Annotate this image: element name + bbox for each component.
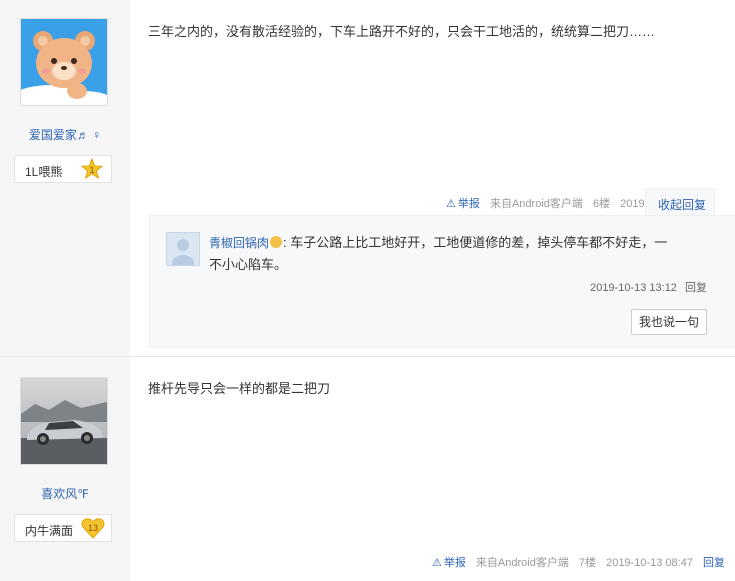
- post-tail: ⚠ 举报 来自Android客户端 7楼 2019-10-13 08:47 回复: [432, 554, 725, 570]
- svg-text:13: 13: [88, 523, 98, 533]
- sub-reply-avatar[interactable]: [166, 232, 200, 271]
- level-badge: 内牛满面 13: [14, 514, 112, 542]
- avatar[interactable]: [11, 18, 113, 113]
- car-avatar-image: [21, 378, 107, 464]
- source-label: 来自Android客户端: [489, 198, 583, 210]
- star-level-icon: 1: [81, 158, 103, 180]
- source-label: 来自Android客户端: [475, 557, 569, 569]
- level-name: 1L喂熊: [25, 165, 63, 179]
- post-content: 三年之内的，没有散活经验的，下车上路开不好的，只会干工地活的，统统算二把刀……: [148, 24, 656, 39]
- floor-number: 6楼: [592, 198, 611, 210]
- sub-reply-time: 2019-10-13 13:12: [590, 282, 677, 294]
- warning-icon: ⚠: [446, 198, 456, 210]
- avatar[interactable]: [20, 377, 108, 465]
- sub-reply-text: 青椒回锅肉: 车子公路上比工地好开，工地便道修的差，掉头停车都不好走，一 不小心…: [209, 235, 668, 272]
- post-floor-6: 爱国爱家♬ ♀ 1L喂熊 1 三年之内的，没有散活经验的，下车上路开不好的，只会…: [0, 0, 735, 355]
- reply-link[interactable]: 回复: [703, 557, 725, 569]
- post-time: 2019-10-13 08:47: [606, 557, 693, 569]
- sub-reply-panel: 青椒回锅肉: 车子公路上比工地好开，工地便道修的差，掉头停车都不好走，一 不小心…: [149, 215, 735, 348]
- sub-reply-reply-link[interactable]: 回复: [685, 282, 707, 294]
- say-something-button[interactable]: 我也说一句: [630, 309, 707, 335]
- sub-reply-meta: 2019-10-13 13:12 回复: [590, 279, 707, 295]
- level-name: 内牛满面: [25, 524, 74, 538]
- sub-reply-username[interactable]: 青椒回锅肉: [209, 236, 269, 250]
- grin-emoji-icon: [270, 236, 283, 248]
- username-link[interactable]: 喜欢风℉: [0, 485, 130, 502]
- bear-avatar-image: [11, 19, 113, 113]
- report-link[interactable]: ⚠ 举报: [446, 198, 483, 210]
- level-badge: 1L喂熊 1: [14, 155, 112, 183]
- floor-number: 7楼: [578, 557, 597, 569]
- collapse-reply-tab[interactable]: 收起回复: [645, 188, 715, 216]
- svg-text:1: 1: [89, 165, 94, 175]
- report-link[interactable]: ⚠ 举报: [432, 557, 469, 569]
- default-user-icon: [167, 233, 199, 271]
- post-floor-7: 喜欢风℉ 内牛满面 13 推杆先导只会一样的都是二把刀 ⚠ 举报 来自Androi…: [0, 357, 735, 581]
- username-link[interactable]: 爱国爱家♬ ♀: [0, 126, 130, 143]
- heart-level-icon: 13: [81, 518, 105, 539]
- warning-icon: ⚠: [431, 557, 442, 569]
- collapse-reply-link[interactable]: 收起回复: [658, 196, 706, 213]
- post-content: 推杆先导只会一样的都是二把刀: [148, 381, 331, 396]
